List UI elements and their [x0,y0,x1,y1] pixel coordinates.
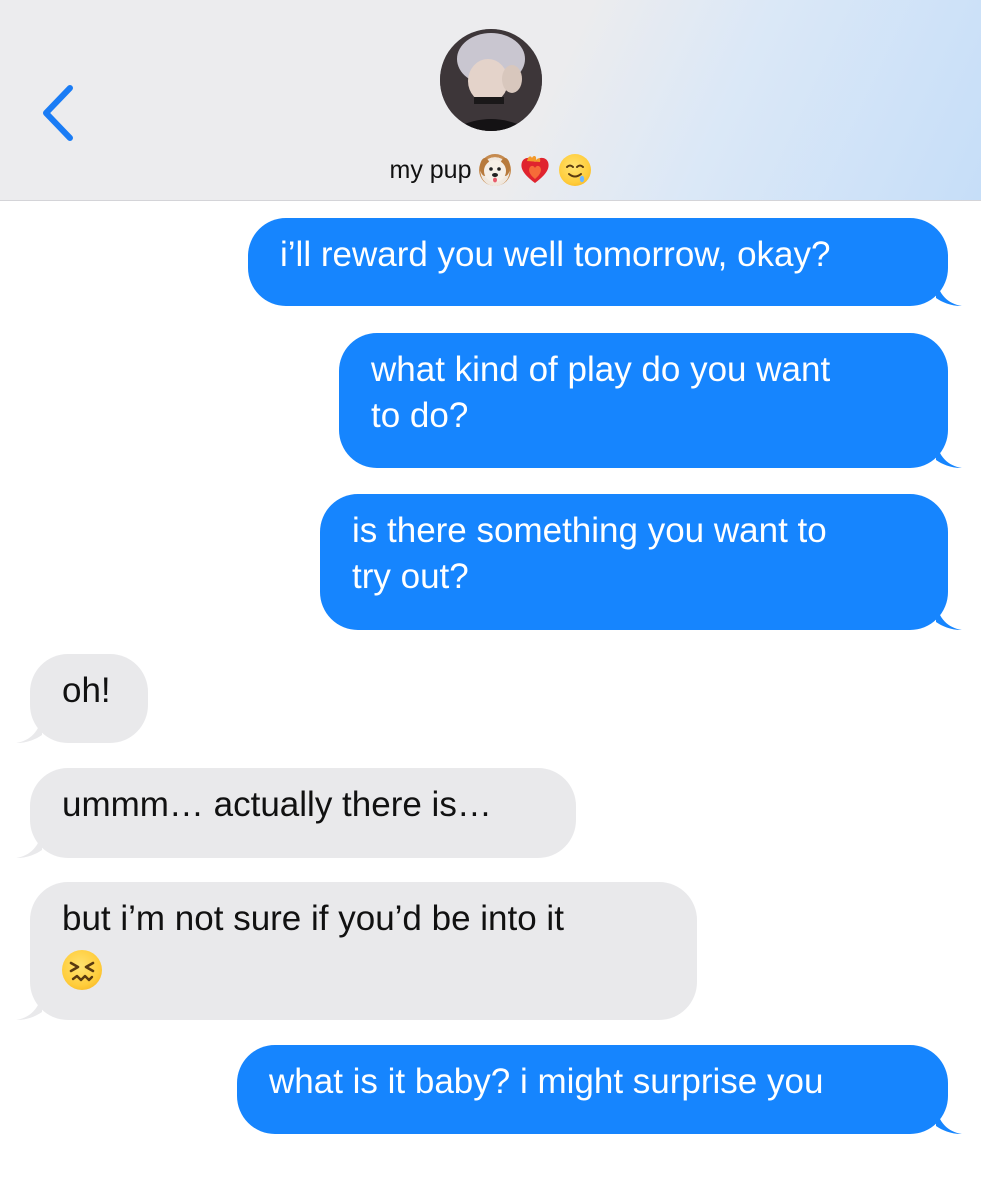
bubble-tail [936,278,962,306]
message-thread: i’ll reward you well tomorrow, okay? wha… [0,0,981,1200]
message-text: ummm… actually there is… [62,785,492,824]
received-message-bubble[interactable]: oh! [16,654,148,743]
message-text-line: what kind of play do you want [371,350,831,389]
confounded-face-icon [62,949,102,990]
sent-message-bubble[interactable]: is there something you want to try out? [320,494,962,630]
message-text: oh! [62,671,111,710]
message-text-line: to do? [371,396,469,435]
bubble-tail [16,992,42,1020]
bubble-tail [936,602,962,630]
bubble-tail [16,830,42,858]
bubble-tail [936,440,962,468]
sent-message-bubble[interactable]: what kind of play do you want to do? [339,333,962,468]
received-message-bubble[interactable]: but i’m not sure if you’d be into it [16,882,697,1020]
received-message-bubble[interactable]: ummm… actually there is… [16,768,576,858]
message-text-line: try out? [352,557,469,596]
message-text-line: is there something you want to [352,511,827,550]
sent-message-bubble[interactable]: i’ll reward you well tomorrow, okay? [248,218,962,306]
bubble-tail [16,715,42,743]
message-text: i’ll reward you well tomorrow, okay? [280,235,831,274]
bubble-tail [936,1106,962,1134]
sent-message-bubble[interactable]: what is it baby? i might surprise you [237,1045,962,1134]
message-text: what is it baby? i might surprise you [269,1062,824,1101]
message-text: but i’m not sure if you’d be into it [62,899,564,938]
